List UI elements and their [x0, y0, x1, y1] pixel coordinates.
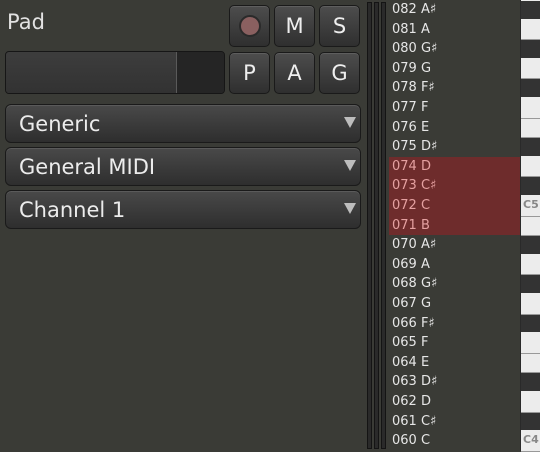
note-row[interactable]: 062 D — [389, 392, 520, 412]
chevron-down-icon — [344, 160, 356, 171]
piano-black-key[interactable] — [521, 275, 540, 293]
note-row[interactable]: 082 A♯ — [389, 0, 520, 20]
note-row[interactable]: 068 G♯ — [389, 274, 520, 294]
level-meter-mid — [374, 2, 379, 449]
note-row[interactable]: 070 A♯ — [389, 235, 520, 255]
note-row[interactable]: 075 D♯ — [389, 137, 520, 157]
midi-standard-dropdown[interactable]: General MIDI — [5, 147, 361, 186]
chevron-down-icon — [344, 203, 356, 214]
piano-black-key[interactable] — [521, 236, 540, 254]
piano-white-key-divider — [521, 117, 540, 119]
piano-black-key[interactable] — [521, 412, 540, 431]
piano-white-key-divider — [521, 215, 540, 217]
piano-black-key[interactable] — [521, 373, 540, 391]
chevron-down-icon — [344, 117, 356, 128]
group-button[interactable]: G — [319, 52, 360, 94]
piano-black-key[interactable] — [521, 138, 540, 156]
gain-fader[interactable] — [5, 51, 225, 94]
note-row[interactable]: 081 A — [389, 20, 520, 40]
channel-dropdown[interactable]: Channel 1 — [5, 190, 361, 229]
level-meter-right — [381, 2, 386, 449]
piano-white-key-divider — [521, 352, 540, 354]
note-row[interactable]: 067 G — [389, 294, 520, 314]
note-row[interactable]: 073 C♯ — [389, 176, 520, 196]
track-header-panel: Pad M S P A G Generic General MIDI Chann… — [0, 0, 364, 451]
note-row[interactable]: 065 F — [389, 333, 520, 353]
solo-button[interactable]: S — [319, 5, 360, 47]
fader-track-rest — [177, 52, 224, 93]
channel-dropdown-label: Channel 1 — [19, 197, 126, 222]
note-row[interactable]: 064 E — [389, 353, 520, 373]
note-row[interactable]: 061 C♯ — [389, 412, 520, 432]
note-row[interactable]: 066 F♯ — [389, 314, 520, 334]
note-row[interactable]: 078 F♯ — [389, 78, 520, 98]
note-row[interactable]: 076 E — [389, 118, 520, 138]
track-name[interactable]: Pad — [7, 10, 45, 34]
record-button[interactable] — [229, 5, 270, 47]
piano-black-key[interactable] — [521, 79, 540, 97]
piano-black-key[interactable] — [521, 1, 540, 19]
automation-button[interactable]: A — [274, 52, 315, 94]
note-row[interactable]: 072 C — [389, 196, 520, 216]
octave-label-c5: C5 — [523, 198, 539, 211]
midi-standard-dropdown-label: General MIDI — [19, 154, 156, 179]
note-row[interactable]: 071 B — [389, 215, 520, 236]
piano-black-key[interactable] — [521, 177, 540, 195]
record-icon — [238, 15, 261, 37]
note-row[interactable]: 060 C — [389, 431, 520, 451]
level-meter-left — [367, 2, 372, 449]
note-row[interactable]: 069 A — [389, 255, 520, 275]
piano-keyboard[interactable]: C5 C4 — [520, 0, 540, 452]
instrument-dropdown[interactable]: Generic — [5, 104, 361, 143]
mute-button[interactable]: M — [274, 5, 315, 47]
note-name-list[interactable]: 082 A♯ 081 A 080 G♯ 079 G 078 F♯ 077 F 076 E 07… — [389, 0, 520, 451]
instrument-dropdown-label: Generic — [19, 111, 101, 136]
piano-black-key[interactable] — [521, 40, 540, 58]
note-row[interactable]: 079 G — [389, 59, 520, 79]
playlist-button[interactable]: P — [229, 52, 270, 94]
note-row[interactable]: 077 F — [389, 98, 520, 118]
piano-black-key[interactable] — [521, 314, 540, 333]
fader-fill — [6, 52, 176, 93]
note-row[interactable]: 080 G♯ — [389, 39, 520, 59]
note-row[interactable]: 074 D — [389, 156, 520, 177]
octave-label-c4: C4 — [523, 433, 539, 446]
note-row[interactable]: 063 D♯ — [389, 372, 520, 392]
